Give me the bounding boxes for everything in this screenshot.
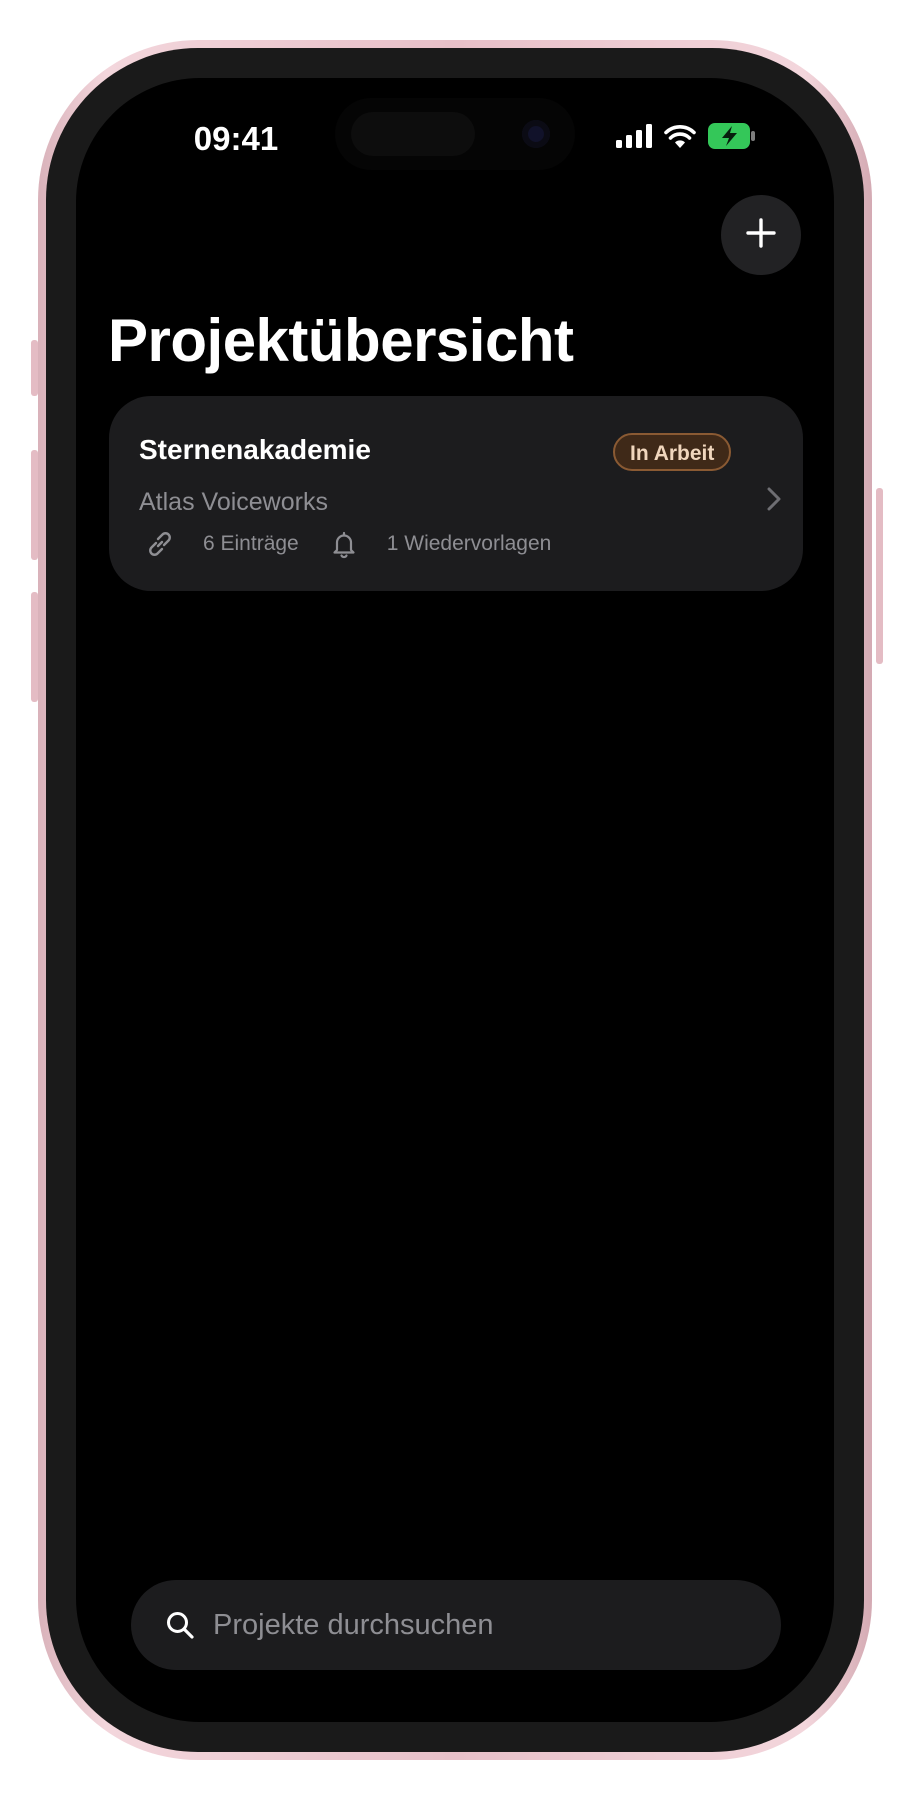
- power-button: [876, 488, 883, 664]
- phone-screen: 09:41 Projektübersicht Sternenakademie I…: [76, 78, 834, 1722]
- bell-icon: [329, 529, 359, 559]
- link-icon: [145, 529, 175, 559]
- project-title: Sternenakademie: [139, 434, 371, 465]
- wifi-icon: [664, 124, 696, 153]
- front-camera: [522, 120, 550, 148]
- project-meta: 6 Einträge 1 Wiedervorlagen: [145, 529, 551, 559]
- project-client: Atlas Voiceworks: [139, 488, 328, 516]
- entries-count: 6 Einträge: [203, 532, 299, 555]
- plus-icon: [745, 217, 777, 254]
- action-button: [31, 340, 38, 396]
- volume-down-button: [31, 592, 38, 702]
- dynamic-island: [335, 98, 575, 170]
- status-icons: [616, 122, 756, 154]
- island-sensor: [351, 112, 475, 156]
- volume-up-button: [31, 450, 38, 560]
- reminders-count: 1 Wiedervorlagen: [386, 532, 552, 555]
- battery-charging-icon: [708, 122, 756, 154]
- cellular-signal-icon: [616, 123, 652, 153]
- search-input[interactable]: [211, 1594, 781, 1656]
- search-bar[interactable]: [131, 1580, 781, 1670]
- page-title: Projektübersicht: [108, 307, 574, 374]
- search-icon: [165, 1610, 195, 1640]
- status-badge: In Arbeit: [613, 433, 732, 471]
- status-time: 09:41: [193, 120, 279, 157]
- project-card[interactable]: Sternenakademie In Arbeit Atlas Voicewor…: [109, 396, 803, 591]
- chevron-right-icon: [765, 486, 783, 517]
- add-project-button[interactable]: [721, 195, 801, 275]
